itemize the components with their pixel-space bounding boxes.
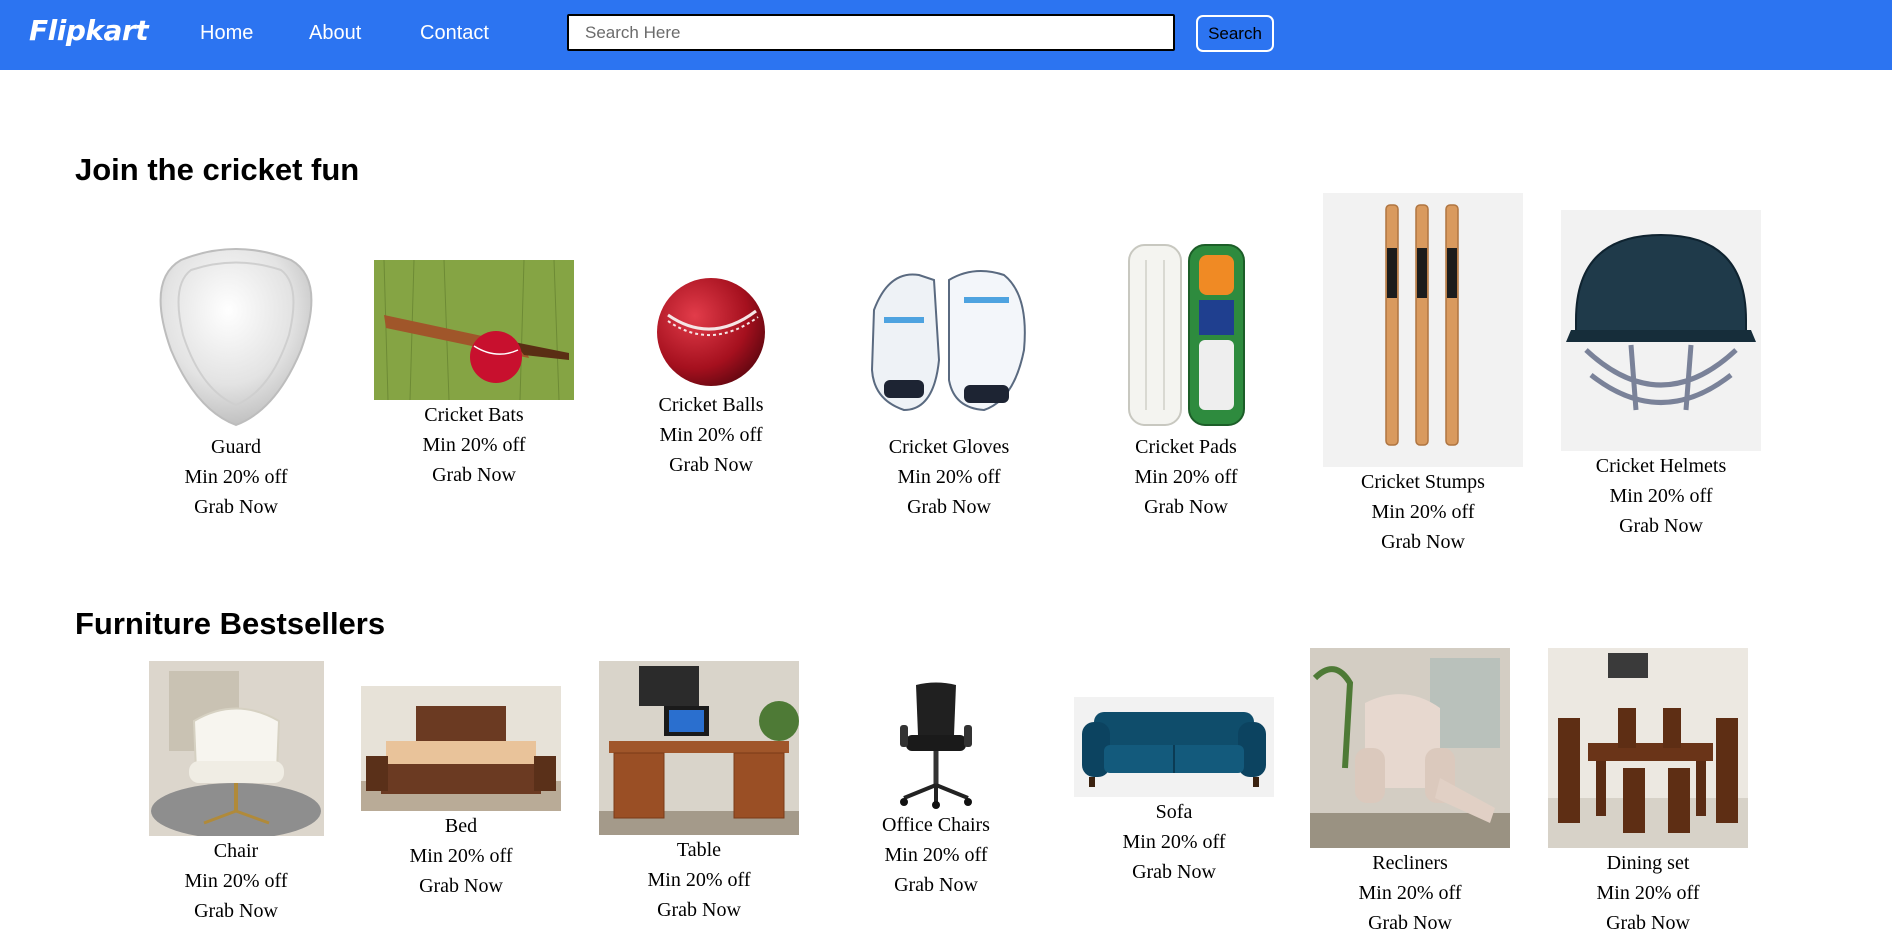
grab-now-link[interactable]: Grab Now bbox=[374, 460, 574, 490]
product-name: Cricket Pads bbox=[1135, 436, 1237, 458]
sofa-image[interactable] bbox=[1074, 697, 1274, 797]
cricket-gloves-image[interactable] bbox=[864, 250, 1034, 432]
product-offer: Min 20% off bbox=[1122, 831, 1226, 853]
bed-image[interactable] bbox=[361, 686, 561, 811]
product-card-dining-set[interactable]: Dining set Min 20% off Grab Now bbox=[1548, 648, 1748, 938]
product-name: Office Chairs bbox=[882, 814, 990, 836]
cricket-pads-image[interactable] bbox=[1124, 240, 1249, 432]
product-card-chair[interactable]: Chair Min 20% off Grab Now bbox=[136, 661, 336, 926]
product-offer: Min 20% off bbox=[1134, 466, 1238, 488]
guard-image[interactable] bbox=[151, 240, 321, 432]
grab-now-link[interactable]: Grab Now bbox=[1548, 908, 1748, 938]
product-offer: Min 20% off bbox=[1358, 882, 1462, 904]
nav-home-link[interactable]: Home bbox=[200, 22, 253, 45]
product-offer: Min 20% off bbox=[647, 869, 751, 891]
product-card-guard[interactable]: Guard Min 20% off Grab Now bbox=[136, 240, 336, 522]
furniture-section-title: Furniture Bestsellers bbox=[75, 606, 386, 641]
product-offer: Min 20% off bbox=[1596, 882, 1700, 904]
search-button[interactable]: Search bbox=[1196, 15, 1274, 52]
cricket-section-title: Join the cricket fun bbox=[75, 152, 360, 187]
grab-now-link[interactable]: Grab Now bbox=[136, 896, 336, 926]
product-offer: Min 20% off bbox=[884, 844, 988, 866]
product-card-cricket-pads[interactable]: Cricket Pads Min 20% off Grab Now bbox=[1086, 240, 1286, 522]
product-name: Cricket Helmets bbox=[1595, 455, 1727, 477]
navbar: Flipkart Home About Contact Search bbox=[0, 0, 1892, 70]
product-name: Guard bbox=[211, 436, 261, 458]
product-card-cricket-helmets[interactable]: Cricket Helmets Min 20% off Grab Now bbox=[1561, 210, 1761, 541]
product-card-bed[interactable]: Bed Min 20% off Grab Now bbox=[361, 686, 561, 901]
product-offer: Min 20% off bbox=[184, 870, 288, 892]
product-offer: Min 20% off bbox=[1371, 501, 1475, 523]
grab-now-link[interactable]: Grab Now bbox=[1323, 527, 1523, 557]
cricket-helmets-image[interactable] bbox=[1561, 210, 1761, 451]
product-name: Dining set bbox=[1606, 852, 1690, 874]
cricket-stumps-image[interactable] bbox=[1323, 193, 1523, 467]
product-name: Recliners bbox=[1372, 852, 1448, 874]
office-chairs-image[interactable] bbox=[896, 680, 976, 810]
product-offer: Min 20% off bbox=[422, 434, 526, 456]
product-offer: Min 20% off bbox=[897, 466, 1001, 488]
flipkart-logo[interactable]: Flipkart bbox=[29, 14, 149, 47]
grab-now-link[interactable]: Grab Now bbox=[136, 492, 336, 522]
grab-now-link[interactable]: Grab Now bbox=[1086, 492, 1286, 522]
product-name: Cricket Stumps bbox=[1361, 471, 1485, 493]
product-card-office-chairs[interactable]: Office Chairs Min 20% off Grab Now bbox=[836, 680, 1036, 900]
product-offer: Min 20% off bbox=[184, 466, 288, 488]
product-card-cricket-bats[interactable]: Cricket Bats Min 20% off Grab Now bbox=[374, 260, 574, 490]
cricket-balls-image[interactable] bbox=[654, 275, 769, 390]
table-image[interactable] bbox=[599, 661, 799, 835]
product-name: Sofa bbox=[1155, 801, 1193, 823]
grab-now-link[interactable]: Grab Now bbox=[1561, 511, 1761, 541]
grab-now-link[interactable]: Grab Now bbox=[611, 450, 811, 480]
product-offer: Min 20% off bbox=[409, 845, 513, 867]
grab-now-link[interactable]: Grab Now bbox=[1074, 857, 1274, 887]
product-card-sofa[interactable]: Sofa Min 20% off Grab Now bbox=[1074, 697, 1274, 887]
grab-now-link[interactable]: Grab Now bbox=[361, 871, 561, 901]
chair-image[interactable] bbox=[148, 661, 324, 836]
product-name: Cricket Bats bbox=[424, 404, 524, 426]
nav-about-link[interactable]: About bbox=[309, 22, 361, 45]
product-offer: Min 20% off bbox=[1609, 485, 1713, 507]
product-name: Chair bbox=[213, 840, 259, 862]
product-card-recliners[interactable]: Recliners Min 20% off Grab Now bbox=[1310, 648, 1510, 938]
grab-now-link[interactable]: Grab Now bbox=[849, 492, 1049, 522]
search-input[interactable] bbox=[567, 14, 1175, 51]
product-name: Table bbox=[676, 839, 722, 861]
cricket-bats-image[interactable] bbox=[374, 260, 574, 400]
product-card-cricket-stumps[interactable]: Cricket Stumps Min 20% off Grab Now bbox=[1323, 193, 1523, 557]
grab-now-link[interactable]: Grab Now bbox=[599, 895, 799, 925]
recliners-image[interactable] bbox=[1310, 648, 1510, 848]
nav-contact-link[interactable]: Contact bbox=[420, 22, 489, 45]
product-name: Cricket Gloves bbox=[888, 436, 1010, 458]
product-card-cricket-gloves[interactable]: Cricket Gloves Min 20% off Grab Now bbox=[849, 250, 1049, 522]
product-card-table[interactable]: Table Min 20% off Grab Now bbox=[599, 661, 799, 925]
grab-now-link[interactable]: Grab Now bbox=[1310, 908, 1510, 938]
product-name: Bed bbox=[444, 815, 478, 837]
dining-set-image[interactable] bbox=[1548, 648, 1748, 848]
product-name: Cricket Balls bbox=[658, 394, 764, 416]
product-offer: Min 20% off bbox=[659, 424, 763, 446]
grab-now-link[interactable]: Grab Now bbox=[836, 870, 1036, 900]
product-card-cricket-balls[interactable]: Cricket Balls Min 20% off Grab Now bbox=[611, 275, 811, 480]
